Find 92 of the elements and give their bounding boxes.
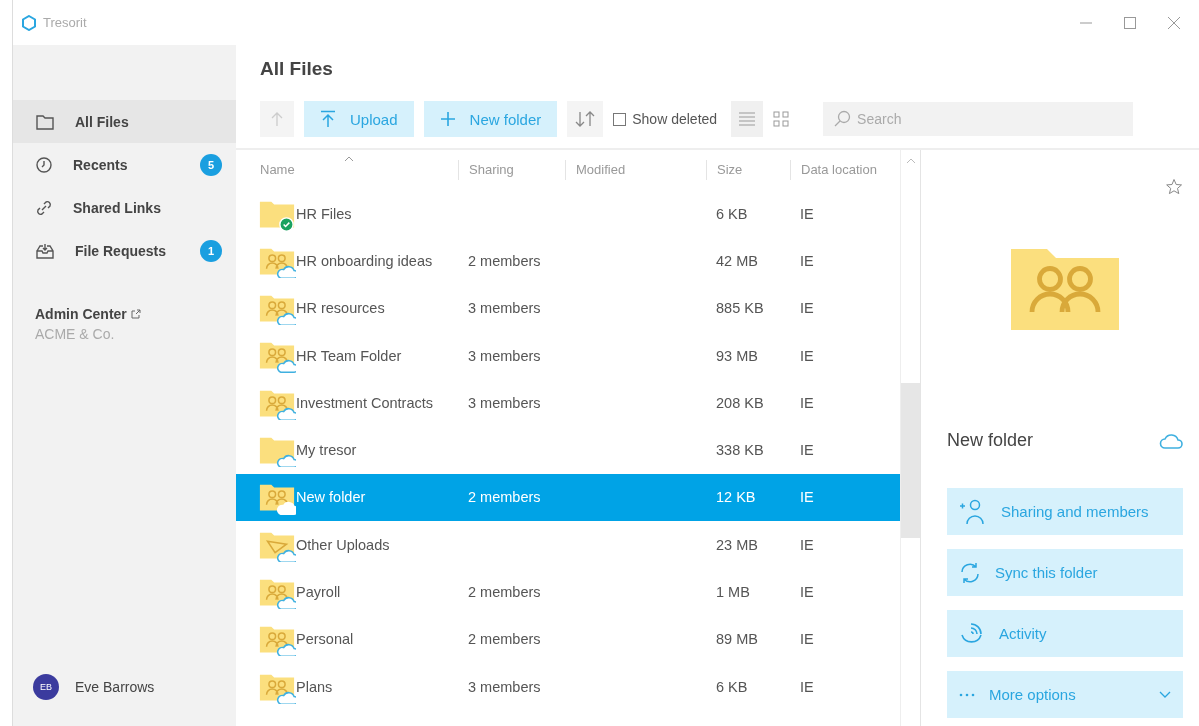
file-row[interactable]: Plans 3 members 6 KB IE	[236, 662, 900, 711]
upload-icon	[320, 110, 336, 128]
location-cell-text: IE	[799, 489, 815, 506]
show-deleted-checkbox[interactable]: Show deleted	[613, 111, 718, 127]
maximize-icon[interactable]	[1123, 15, 1137, 30]
star-icon[interactable]	[1165, 178, 1183, 196]
admin-center-link[interactable]: Admin Center	[35, 306, 127, 322]
file-name: Plans	[296, 678, 333, 695]
sidebar-item[interactable]: File Requests 1	[13, 229, 236, 272]
size-cell-text: 885 KB	[715, 300, 765, 317]
file-name: New folder	[296, 489, 366, 506]
size-cell-text: 89 MB	[715, 631, 759, 648]
up-button[interactable]	[260, 101, 294, 137]
folder-title: New folder	[947, 430, 1034, 451]
location-cell-text: IE	[799, 631, 815, 648]
search-icon	[833, 110, 852, 128]
file-row[interactable]: HR resources 3 members 885 KB IE	[236, 284, 900, 332]
sharing-cell-text: 3 members	[467, 394, 542, 411]
chevron-down-icon	[1159, 690, 1171, 699]
user-avatar[interactable]: EB	[33, 674, 59, 700]
sync-icon	[959, 561, 981, 584]
sharing-cell-text: 2 members	[467, 584, 542, 600]
file-row[interactable]: Other Uploads 23 MB IE	[236, 521, 900, 569]
location-cell-text: IE	[799, 347, 815, 364]
sidebar-item[interactable]: All Files	[13, 100, 236, 143]
count-badge: 5	[200, 153, 222, 176]
plus-icon	[439, 111, 456, 127]
size-cell-text: 338 KB	[715, 442, 765, 459]
size-cell-text: 12 KB	[715, 489, 757, 506]
size-cell-text: 6 KB	[715, 205, 749, 222]
count-badge: 1	[200, 239, 222, 262]
folder-icon	[35, 112, 55, 131]
size-cell-text: 208 KB	[715, 394, 765, 411]
sidebar-item[interactable]: Shared Links	[13, 186, 236, 229]
grid-icon	[773, 111, 790, 127]
location-cell-text: IE	[799, 300, 815, 317]
scrollbar-thumb[interactable]	[901, 383, 920, 538]
location-cell-text: IE	[799, 584, 815, 600]
location-cell-text: IE	[799, 678, 815, 695]
list-icon	[738, 111, 757, 127]
file-row[interactable]: Personal 2 members 89 MB IE	[236, 615, 900, 663]
sharing-cell-text: 2 members	[467, 489, 542, 506]
file-row[interactable]: HR onboarding ideas 2 members 42 MB IE	[236, 237, 900, 285]
size-cell-text: 1 MB	[715, 584, 751, 600]
location-cell-text: IE	[799, 205, 815, 222]
external-link-icon	[130, 309, 141, 319]
file-name: HR Team Folder	[296, 347, 402, 364]
size-cell-text: 23 MB	[715, 536, 759, 553]
file-row[interactable]: Payroll 2 members 1 MB IE	[236, 568, 900, 616]
file-row[interactable]: HR Files 6 KB IE	[236, 190, 900, 238]
file-row[interactable]: Investment Contracts 3 members 208 KB IE	[236, 379, 900, 427]
more-icon	[959, 692, 975, 697]
location-cell-text: IE	[799, 442, 815, 459]
link-icon	[35, 198, 53, 217]
location-cell-text: IE	[799, 252, 815, 269]
file-row[interactable]: HR Team Folder 3 members 93 MB IE	[236, 331, 900, 380]
file-name: HR resources	[296, 300, 385, 317]
file-name: Other Uploads	[296, 536, 390, 553]
list-view-button[interactable]	[731, 101, 764, 137]
location-cell-text: IE	[799, 536, 815, 553]
close-icon[interactable]	[1167, 15, 1181, 30]
sharing-cell-text: 2 members	[467, 252, 542, 269]
inbox-icon	[35, 241, 55, 260]
sharing-cell-text: 3 members	[467, 347, 542, 364]
user-name: Eve Barrows	[75, 679, 155, 695]
arrow-up-icon	[270, 111, 284, 127]
add-person-icon	[959, 497, 987, 526]
search-field[interactable]: Search	[823, 102, 1134, 136]
size-cell-text: 42 MB	[715, 252, 759, 269]
window-title: Tresorit	[43, 15, 87, 30]
file-name: Investment Contracts	[296, 394, 433, 411]
size-cell-text: 93 MB	[715, 347, 759, 364]
file-row[interactable]: My tresor 338 KB IE	[236, 426, 900, 474]
sort-button[interactable]	[567, 101, 604, 137]
location-cell-text: IE	[799, 394, 815, 411]
sort-icon	[575, 111, 596, 127]
file-name: My tresor	[296, 442, 357, 459]
sidebar-item[interactable]: Recents 5	[13, 143, 236, 186]
file-name: Payroll	[296, 584, 341, 600]
file-name: Personal	[296, 631, 354, 648]
size-cell-text: 6 KB	[715, 678, 749, 695]
sort-caret-icon	[344, 156, 354, 162]
file-name: HR onboarding ideas	[296, 252, 433, 269]
page-title: All Files	[259, 57, 334, 81]
scroll-up-icon	[906, 158, 916, 164]
clock-icon	[35, 155, 53, 174]
organization-name: ACME & Co.	[35, 326, 116, 342]
sharing-cell-text: 2 members	[467, 631, 542, 648]
file-name: HR Files	[296, 205, 352, 222]
sharing-cell-text: 3 members	[467, 678, 542, 695]
app-logo-icon	[21, 14, 37, 31]
sharing-cell-text: 3 members	[467, 300, 542, 317]
